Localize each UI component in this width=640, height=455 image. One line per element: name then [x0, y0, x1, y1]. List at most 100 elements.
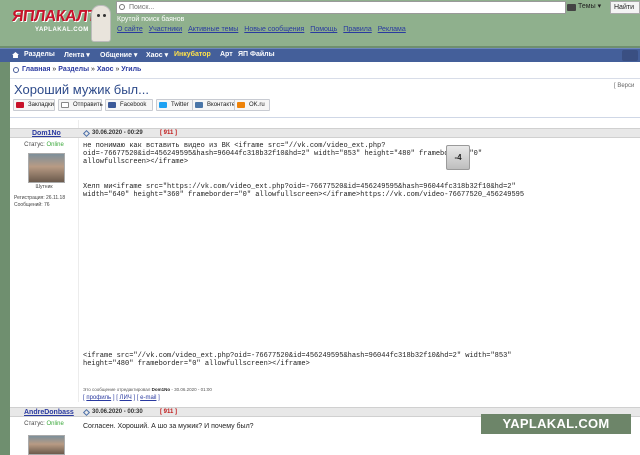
post-line: width="640" height="360" frameborder="0"…	[83, 191, 525, 200]
post-number[interactable]: [ 911 ]	[160, 130, 177, 136]
author-rank: Шутник	[35, 184, 53, 190]
page-title: Хороший мужик был...	[14, 82, 149, 97]
edit-note-author: Dom1No	[151, 387, 171, 392]
post-number[interactable]: [ 911 ]	[160, 409, 177, 415]
breadcrumb-sections[interactable]: Разделы	[58, 66, 89, 73]
link-about[interactable]: О сайте	[117, 26, 143, 33]
post-line: не понимаю как вставить видео из ВК <ifr…	[83, 142, 386, 150]
site-logo[interactable]: ЯПЛАКАЛЪ YAPLAKAL.COM	[7, 5, 111, 42]
home-icon[interactable]	[12, 52, 19, 58]
link-help[interactable]: Помощь	[310, 26, 337, 33]
post-actions: [ профиль ] [ ЛИЧ ] [ e-mail ]	[83, 395, 160, 401]
post-line: allowfullscreen></iframe>	[83, 158, 189, 167]
breadcrumb-chaos[interactable]: Хаос	[97, 66, 114, 73]
post-date: 30.06.2020 - 00:29	[92, 130, 143, 136]
nav-communication[interactable]: Общение ▾	[100, 51, 137, 59]
profile-link[interactable]: профиль	[86, 395, 111, 401]
post-link-icon[interactable]	[82, 408, 91, 417]
link-active-topics[interactable]: Активные темы	[188, 26, 238, 33]
edit-note-date: - 30.06.2020 - 01:00	[171, 387, 212, 392]
post-line: Хелп ми<iframe src="https://vk.com/video…	[83, 183, 516, 192]
author-messages: Сообщений: 76	[14, 202, 50, 208]
post-author[interactable]: Dom1No	[32, 130, 61, 137]
author-status: Статус: Online	[10, 421, 78, 427]
search-icon	[119, 4, 125, 10]
okru-label: OK.ru	[249, 102, 265, 108]
main-nav: Разделы Лента ▾ Общение ▾ Хаос ▾ Инкубат…	[0, 48, 640, 62]
twitter-label: Twitter	[171, 102, 189, 108]
post-body: Согласен. Хороший. А шо за мужик? И поче…	[83, 423, 254, 430]
author-status: Статус: Online	[10, 142, 78, 148]
status-label: Статус:	[24, 421, 45, 427]
site-tagline: Крутой поиск баянов	[117, 16, 185, 23]
column-divider	[78, 120, 79, 402]
breadcrumb-current[interactable]: Угиль	[121, 66, 141, 73]
send-label: Отправить	[73, 102, 103, 108]
nav-art[interactable]: Арт	[220, 51, 233, 58]
ok-icon	[237, 102, 245, 108]
link-new-messages[interactable]: Новые сообщения	[244, 26, 304, 33]
share-bar: Закладки Отправить Facebook Twitter Вкон…	[10, 99, 640, 113]
post-rating[interactable]: -4	[446, 145, 470, 170]
link-members[interactable]: Участники	[149, 26, 182, 33]
send-button[interactable]: Отправить	[58, 99, 103, 111]
status-online: Online	[46, 421, 64, 427]
site-header: ЯПЛАКАЛЪ YAPLAKAL.COM Темы ▾ Найти Круто…	[0, 0, 640, 46]
post-author[interactable]: AndreDonbass	[24, 409, 74, 416]
vk-icon	[195, 102, 203, 108]
version-link[interactable]: [ Верси	[614, 83, 634, 89]
bookmark-icon	[16, 102, 24, 108]
edit-note-prefix: Это сообщение отредактировал	[83, 387, 151, 392]
post-line: height="480" frameborder="0" allowfullsc…	[83, 360, 310, 369]
twitter-button[interactable]: Twitter	[156, 99, 196, 111]
search-scope-select[interactable]: Темы ▾	[578, 2, 606, 13]
logo-subtext: YAPLAKAL.COM	[35, 27, 89, 33]
breadcrumb-icon	[13, 67, 19, 73]
post-date: 30.06.2020 - 00:30	[92, 409, 143, 415]
envelope-icon	[61, 102, 69, 108]
nav-sections[interactable]: Разделы	[24, 51, 55, 58]
okru-button[interactable]: OK.ru	[234, 99, 270, 111]
top-links: О сайте Участники Активные темы Новые со…	[117, 26, 410, 33]
post-link-icon[interactable]	[82, 129, 91, 138]
mascot-icon	[91, 5, 111, 42]
bookmarks-button[interactable]: Закладки	[13, 99, 55, 111]
breadcrumb: Главная » Разделы » Хаос » Угиль	[10, 65, 640, 76]
divider	[10, 117, 640, 118]
post-line: <iframe src="//vk.com/video_ext.php?oid=…	[83, 352, 512, 360]
bookmarks-label: Закладки	[28, 102, 54, 108]
edit-note: Это сообщение отредактировал Dom1No - 30…	[83, 387, 212, 392]
post-line: oid=-76677520&id=456249595&hash=96044fc3…	[83, 150, 483, 159]
twitter-icon	[159, 102, 167, 108]
nav-chaos[interactable]: Хаос ▾	[146, 51, 168, 59]
post-body-tail: <iframe src="//vk.com/video_ext.php?oid=…	[83, 352, 511, 368]
vkontakte-label: Вконтакте	[207, 102, 236, 108]
vkontakte-button[interactable]: Вконтакте	[192, 99, 237, 111]
nav-feed[interactable]: Лента ▾	[64, 51, 90, 59]
link-rules[interactable]: Правила	[343, 26, 371, 33]
post-header: Dom1No 30.06.2020 - 00:29 [ 911 ]	[10, 128, 640, 138]
nav-files[interactable]: ЯП Файлы	[238, 51, 275, 58]
facebook-label: Facebook	[120, 102, 147, 108]
status-label: Статус:	[24, 142, 45, 148]
facebook-icon	[108, 102, 116, 108]
status-online: Online	[46, 142, 64, 148]
camera-icon[interactable]	[567, 4, 576, 11]
author-registered: Регистрация: 26.11.18	[14, 195, 66, 201]
title-row: Хороший мужик был... [ Верси	[10, 78, 640, 100]
user-menu-icon[interactable]	[622, 50, 638, 61]
facebook-button[interactable]: Facebook	[105, 99, 153, 111]
breadcrumb-home[interactable]: Главная	[22, 66, 50, 73]
search-bar: Темы ▾ Найти	[116, 1, 640, 14]
avatar[interactable]	[28, 153, 65, 183]
search-input[interactable]	[116, 1, 566, 14]
pm-link[interactable]: ЛИЧ	[120, 395, 132, 401]
email-link[interactable]: e-mail	[140, 395, 156, 401]
avatar[interactable]	[28, 435, 65, 455]
watermark: YAPLAKAL.COM	[481, 414, 631, 434]
link-ads[interactable]: Реклама	[378, 26, 406, 33]
content-area: Главная » Разделы » Хаос » Угиль Хороший…	[10, 62, 640, 455]
nav-incubator[interactable]: Инкубатор	[174, 51, 211, 58]
search-button[interactable]: Найти	[610, 1, 640, 14]
logo-text: ЯПЛАКАЛЪ	[11, 8, 102, 25]
